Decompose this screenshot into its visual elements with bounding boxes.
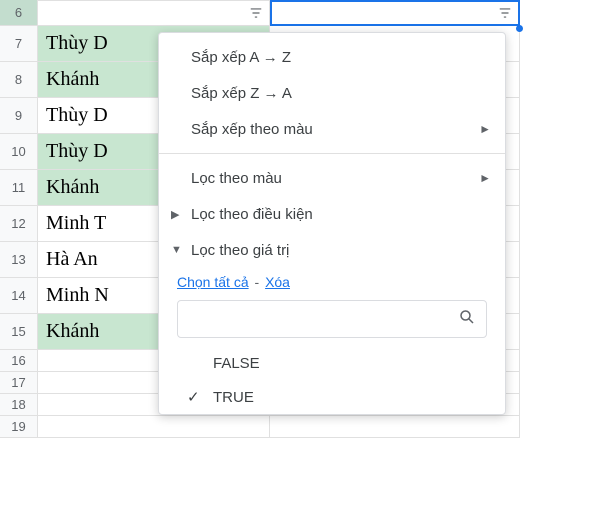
menu-label: Lọc theo màu xyxy=(191,170,282,187)
select-clear-links: Chọn tất cả - Xóa xyxy=(159,274,505,290)
row-header[interactable]: 12 xyxy=(0,206,38,242)
row-header[interactable]: 17 xyxy=(0,372,38,394)
separator-dash: - xyxy=(255,274,260,290)
filter-value-true[interactable]: ✓ TRUE xyxy=(159,380,505,414)
filter-icon[interactable] xyxy=(496,4,514,22)
sort-by-color-item[interactable]: Sắp xếp theo màu ► xyxy=(159,111,505,147)
value-label: FALSE xyxy=(213,355,260,372)
row-header[interactable]: 9 xyxy=(0,98,38,134)
cell-empty[interactable] xyxy=(38,416,270,438)
cell-text: Khánh xyxy=(46,320,99,343)
cell-empty[interactable] xyxy=(270,416,520,438)
filter-icon[interactable] xyxy=(247,4,265,22)
expanded-caret-icon: ▼ xyxy=(171,244,182,256)
submenu-arrow-icon: ► xyxy=(479,171,491,185)
row-header[interactable]: 6 xyxy=(0,0,38,26)
filter-value-false[interactable]: FALSE xyxy=(159,346,505,380)
row-header[interactable]: 7 xyxy=(0,26,38,62)
cell-text: Khánh xyxy=(46,68,99,91)
cell-text: Minh N xyxy=(46,284,109,307)
menu-separator xyxy=(159,153,505,154)
row-header[interactable]: 11 xyxy=(0,170,38,206)
check-icon: ✓ xyxy=(187,388,200,406)
filter-search-box[interactable] xyxy=(177,300,487,338)
clear-link[interactable]: Xóa xyxy=(265,274,290,290)
submenu-arrow-icon: ► xyxy=(479,122,491,136)
filter-search-input[interactable] xyxy=(188,301,458,337)
sort-za-item[interactable]: Sắp xếp Z → A xyxy=(159,75,505,111)
row-header[interactable]: 19 xyxy=(0,416,38,438)
cell-text: Khánh xyxy=(46,176,99,199)
menu-label: Sắp xếp theo màu xyxy=(191,121,313,138)
filter-by-condition-item[interactable]: ▶ Lọc theo điều kiện xyxy=(159,196,505,232)
row-header[interactable]: 8 xyxy=(0,62,38,98)
menu-label: Sắp xếp Z → A xyxy=(191,85,292,102)
cell-name[interactable] xyxy=(38,0,270,26)
row-header[interactable]: 13 xyxy=(0,242,38,278)
row-header[interactable]: 15 xyxy=(0,314,38,350)
menu-label: Sắp xếp A → Z xyxy=(191,49,291,66)
cell-text: Thùy D xyxy=(46,32,108,55)
cell-text: Thùy D xyxy=(46,140,108,163)
value-label: TRUE xyxy=(213,389,254,406)
sort-az-item[interactable]: Sắp xếp A → Z xyxy=(159,39,505,75)
filter-by-color-item[interactable]: Lọc theo màu ► xyxy=(159,160,505,196)
select-all-link[interactable]: Chọn tất cả xyxy=(177,274,249,290)
menu-label: Lọc theo điều kiện xyxy=(191,206,313,223)
filter-menu: Sắp xếp A → Z Sắp xếp Z → A Sắp xếp theo… xyxy=(158,32,506,415)
search-icon xyxy=(458,308,476,330)
cell-active[interactable] xyxy=(270,0,520,26)
row-header[interactable]: 10 xyxy=(0,134,38,170)
collapsed-caret-icon: ▶ xyxy=(171,208,179,221)
row-header[interactable]: 16 xyxy=(0,350,38,372)
cell-text: Thùy D xyxy=(46,104,108,127)
row-header[interactable]: 14 xyxy=(0,278,38,314)
row-header[interactable]: 18 xyxy=(0,394,38,416)
cell-text: Minh T xyxy=(46,212,106,235)
filter-by-value-item[interactable]: ▼ Lọc theo giá trị xyxy=(159,232,505,268)
selection-handle[interactable] xyxy=(516,25,523,32)
menu-label: Lọc theo giá trị xyxy=(191,242,289,259)
cell-text: Hà An xyxy=(46,248,98,271)
